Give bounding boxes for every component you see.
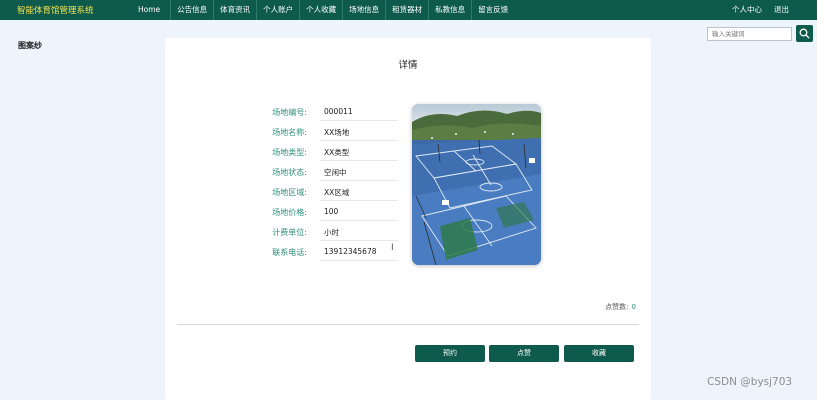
field-label: 场地类型: bbox=[272, 148, 307, 157]
field-underline bbox=[320, 120, 398, 121]
nav-home[interactable]: Home bbox=[128, 0, 170, 20]
venue-photo bbox=[412, 104, 541, 265]
top-nav-bar: 智能体育馆管理系统 Home 公告信息 体育资讯 个人账户 个人收藏 场地信息 … bbox=[0, 0, 817, 20]
brand-title[interactable]: 智能体育馆管理系统 bbox=[17, 4, 94, 16]
sidebar-label: 图案纱 bbox=[18, 41, 42, 50]
nav-announcements[interactable]: 公告信息 bbox=[170, 0, 213, 20]
like-count-label: 点赞数: bbox=[605, 303, 629, 311]
field-label: 场地名称: bbox=[272, 128, 307, 137]
search-button[interactable] bbox=[796, 25, 813, 42]
field-label: 场地编号: bbox=[272, 108, 307, 117]
nav-sports-news[interactable]: 体育资讯 bbox=[213, 0, 256, 20]
like-count: 点赞数: 0 bbox=[605, 302, 636, 312]
field-value: XX区域 bbox=[324, 188, 350, 197]
nav-personal-account[interactable]: 个人账户 bbox=[256, 0, 299, 20]
field-underline bbox=[320, 180, 398, 181]
text-cursor-icon: Ⅰ bbox=[391, 243, 394, 253]
like-count-value: 0 bbox=[631, 303, 636, 311]
detail-panel: 详情 场地编号: 000011 场地名称: XX场地 场地类型: XX类型 场地… bbox=[165, 38, 651, 400]
field-label: 计费单位: bbox=[272, 228, 307, 237]
field-underline bbox=[320, 260, 398, 261]
divider bbox=[177, 324, 639, 325]
top-right-links: 个人中心 退出 bbox=[732, 0, 789, 20]
nav-coach-info[interactable]: 私教信息 bbox=[428, 0, 471, 20]
favorite-button[interactable]: 收藏 bbox=[564, 345, 634, 362]
search-input[interactable] bbox=[707, 27, 792, 41]
field-label: 场地价格: bbox=[272, 208, 307, 217]
field-label: 联系电话: bbox=[272, 248, 307, 257]
nav-feedback[interactable]: 留言反馈 bbox=[471, 0, 514, 20]
field-underline bbox=[320, 220, 398, 221]
logout-link[interactable]: 退出 bbox=[774, 0, 789, 20]
field-underline bbox=[320, 140, 398, 141]
field-value: XX类型 bbox=[324, 148, 350, 157]
field-value: 000011 bbox=[324, 107, 353, 116]
search-icon bbox=[799, 28, 810, 39]
field-value: 100 bbox=[324, 207, 339, 216]
like-button[interactable]: 点赞 bbox=[489, 345, 559, 362]
field-underline bbox=[320, 200, 398, 201]
field-value: XX场地 bbox=[324, 128, 350, 137]
nav-favorites[interactable]: 个人收藏 bbox=[299, 0, 342, 20]
watermark: CSDN @bysj703 bbox=[707, 376, 793, 388]
reserve-button[interactable]: 预约 bbox=[415, 345, 485, 362]
nav-equipment-rental[interactable]: 租赁器材 bbox=[385, 0, 428, 20]
field-value: 小时 bbox=[324, 228, 339, 237]
page-title: 详情 bbox=[398, 60, 418, 71]
field-label: 场地区域: bbox=[272, 188, 307, 197]
field-value: 空闲中 bbox=[324, 168, 347, 177]
field-underline bbox=[320, 160, 398, 161]
nav-venue-info[interactable]: 场地信息 bbox=[342, 0, 385, 20]
main-nav: Home 公告信息 体育资讯 个人账户 个人收藏 场地信息 租赁器材 私教信息 … bbox=[128, 0, 514, 20]
field-label: 场地状态: bbox=[272, 168, 307, 177]
basketball-court-image bbox=[412, 104, 541, 265]
field-underline bbox=[320, 240, 398, 241]
personal-center-link[interactable]: 个人中心 bbox=[732, 0, 762, 20]
field-value: 13912345678 bbox=[324, 247, 377, 256]
